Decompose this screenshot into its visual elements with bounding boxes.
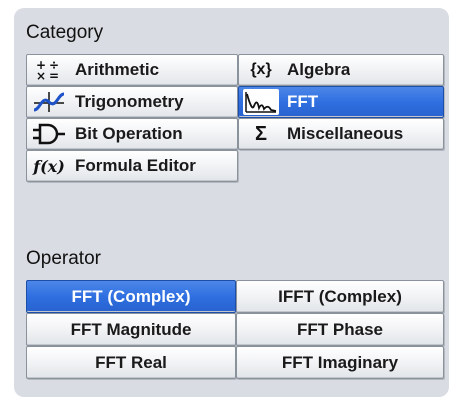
- operator-fft-real-button[interactable]: FFT Real: [26, 346, 236, 379]
- operator-fft-imaginary-label: FFT Imaginary: [281, 352, 399, 372]
- operator-ifft-complex-button[interactable]: IFFT (Complex): [236, 280, 444, 313]
- operator-fft-imaginary-button[interactable]: FFT Imaginary: [236, 346, 444, 379]
- logic-gate-icon: [31, 121, 67, 147]
- category-miscellaneous-label: Miscellaneous: [287, 124, 404, 143]
- category-arithmetic-button[interactable]: + × ÷ = Arithmetic: [26, 54, 238, 86]
- arithmetic-icon: + × ÷ =: [31, 57, 67, 83]
- category-trigonometry-button[interactable]: Trigonometry: [26, 86, 238, 118]
- braces-x-icon: {x}: [250, 61, 272, 78]
- math-settings-panel: Category + × ÷ = Arithmetic {x} Algebra …: [14, 8, 449, 397]
- category-trigonometry-label: Trigonometry: [75, 92, 184, 111]
- operator-fft-magnitude-label: FFT Magnitude: [70, 319, 192, 339]
- category-formula-editor-label: Formula Editor: [75, 156, 196, 175]
- category-title: Category: [26, 22, 104, 43]
- category-bit-operation-button[interactable]: Bit Operation: [26, 118, 238, 150]
- sigma-icon: Σ: [254, 122, 267, 145]
- svg-text:=: =: [49, 69, 59, 82]
- category-fft-button[interactable]: FFT: [238, 86, 444, 118]
- operator-fft-phase-button[interactable]: FFT Phase: [236, 313, 444, 346]
- category-miscellaneous-button[interactable]: Σ Miscellaneous: [238, 118, 444, 150]
- category-algebra-button[interactable]: {x} Algebra: [238, 54, 444, 86]
- operator-fft-complex-button[interactable]: FFT (Complex): [26, 280, 236, 313]
- fft-spectrum-icon: [243, 89, 279, 115]
- category-formula-editor-button[interactable]: f(x) Formula Editor: [26, 150, 238, 182]
- category-arithmetic-label: Arithmetic: [75, 60, 160, 79]
- svg-text:×: ×: [36, 69, 46, 82]
- sine-wave-icon: [31, 89, 67, 115]
- formula-fx-icon: f(x): [33, 156, 65, 176]
- operator-fft-phase-label: FFT Phase: [297, 319, 383, 339]
- operator-fft-complex-label: FFT (Complex): [71, 286, 191, 306]
- operator-ifft-complex-label: IFFT (Complex): [278, 286, 402, 306]
- category-bit-operation-label: Bit Operation: [75, 124, 183, 143]
- operator-title: Operator: [26, 248, 101, 269]
- operator-fft-magnitude-button[interactable]: FFT Magnitude: [26, 313, 236, 346]
- category-algebra-label: Algebra: [287, 60, 351, 79]
- operator-fft-real-label: FFT Real: [95, 352, 167, 372]
- category-fft-label: FFT: [287, 92, 319, 111]
